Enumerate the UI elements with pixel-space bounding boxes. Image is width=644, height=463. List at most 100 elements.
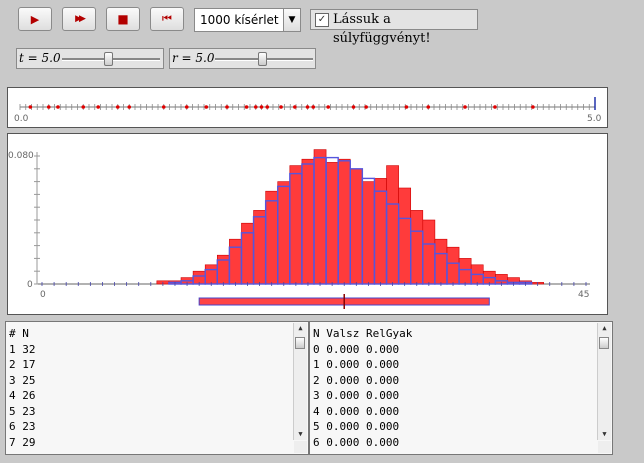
- stop-icon: ■: [117, 12, 129, 26]
- distribution-table-row: 1 0.000 0.000: [313, 358, 400, 371]
- timeline-event-point: [531, 105, 535, 109]
- scroll-thumb[interactable]: [295, 337, 305, 349]
- distribution-table-row: 5 0.000 0.000: [313, 420, 400, 433]
- t-slider-label: t = 5.0: [19, 51, 61, 65]
- histogram-bar: [458, 258, 472, 285]
- histogram-bar: [337, 158, 351, 285]
- trial-list-row: 4 26: [9, 389, 36, 402]
- timeline-event-point: [404, 105, 409, 109]
- chevron-down-icon[interactable]: ▼: [283, 9, 300, 31]
- histogram-bar: [446, 246, 460, 285]
- histogram-bar: [325, 162, 339, 285]
- timeline-event-point: [161, 105, 166, 109]
- distribution-table-row: 6 0.000 0.000: [313, 435, 400, 449]
- distribution-table-scrollbar[interactable]: ▲ ▼: [597, 323, 611, 440]
- timeline-event-point: [244, 105, 249, 109]
- trial-list-rows: # N 1 32 2 17 3 25 4 26 5 23 6 23 7 29: [9, 326, 36, 450]
- scroll-down-icon[interactable]: ▼: [598, 429, 611, 440]
- show-density-checkbox[interactable]: ✓ Lássuk a súlyfüggvényt!: [310, 9, 478, 46]
- histogram-panel: 0.080 0 0 45: [7, 133, 608, 315]
- y-tick-label: 0.080: [8, 151, 34, 161]
- histogram-bar: [386, 165, 399, 285]
- trial-list-scrollbar[interactable]: ▲ ▼: [293, 323, 307, 440]
- histogram-bar: [374, 178, 387, 285]
- resize-grip-icon[interactable]: [294, 441, 307, 453]
- histogram-bar: [362, 181, 375, 285]
- y-zero-label: 0: [27, 280, 33, 290]
- fast-forward-button[interactable]: ▶▶: [62, 7, 96, 31]
- histogram-bar: [434, 238, 448, 285]
- r-slider-label: r = 5.0: [172, 51, 215, 65]
- timeline-event-point: [293, 105, 297, 109]
- skip-back-icon: ⏮: [162, 12, 172, 25]
- histogram-bar: [229, 238, 242, 285]
- resize-grip-icon[interactable]: [598, 441, 611, 453]
- histogram-bar: [301, 158, 315, 285]
- fast-forward-icon: ▶▶: [75, 14, 86, 24]
- r-slider[interactable]: r = 5.0: [169, 48, 316, 69]
- timeline-event-point: [204, 105, 209, 109]
- play-icon: ▶: [30, 12, 40, 26]
- histogram-bar: [422, 219, 436, 285]
- distribution-table-row: 4 0.000 0.000: [313, 404, 400, 418]
- trial-list-row: 5 23: [9, 404, 36, 418]
- distribution-table-header: N Valsz RelGyak: [313, 327, 413, 340]
- t-slider-thumb[interactable]: [104, 52, 113, 66]
- timeline-event-point: [184, 105, 189, 109]
- reset-button[interactable]: ⏮: [150, 7, 184, 31]
- histogram-bar: [253, 210, 266, 285]
- histogram-bar: [313, 149, 327, 285]
- t-slider[interactable]: t = 5.0: [16, 48, 164, 69]
- timeline-event-point: [28, 105, 33, 109]
- timeline-event-point: [81, 105, 86, 109]
- timeline-event-point: [311, 105, 316, 109]
- trial-list-row: 2 17: [9, 358, 36, 371]
- timeline-event-point: [46, 105, 51, 109]
- scroll-down-icon[interactable]: ▼: [294, 429, 307, 440]
- timeline-event-point: [426, 105, 431, 109]
- distribution-table-rows: N Valsz RelGyak 0 0.000 0.000 1 0.000 0.00…: [313, 326, 412, 450]
- x-max-label: 45: [578, 290, 590, 300]
- trial-list-row: 1 32: [9, 342, 36, 356]
- trials-select-value: 1000 kísérlet: [200, 13, 279, 27]
- histogram-bar: [277, 181, 291, 285]
- trial-list-row: 6 23: [9, 420, 36, 433]
- x-min-label: 0: [40, 290, 46, 300]
- histogram-bar: [265, 190, 279, 285]
- play-button[interactable]: ▶: [18, 7, 52, 31]
- timeline-event-point: [463, 105, 467, 109]
- trial-list[interactable]: # N 1 32 2 17 3 25 4 26 5 23 6 23 7 29 ▲ ▼: [5, 321, 309, 455]
- timeline-max-label: 5.0: [587, 114, 602, 124]
- timeline-event-point: [253, 105, 258, 109]
- histogram-chart: [34, 149, 590, 309]
- scroll-thumb[interactable]: [599, 337, 609, 349]
- trials-select[interactable]: 1000 kísérlet ▼: [194, 8, 301, 32]
- histogram-bar: [289, 165, 303, 285]
- timeline-event-point: [305, 105, 310, 109]
- r-slider-thumb[interactable]: [258, 52, 267, 66]
- timeline-event-point: [364, 105, 368, 109]
- timeline-event-point: [56, 105, 60, 109]
- trial-list-row: 7 29: [9, 435, 36, 449]
- timeline-event-point: [265, 105, 270, 109]
- histogram-bar: [398, 187, 412, 285]
- timeline-event-point: [259, 105, 264, 109]
- scroll-up-icon[interactable]: ▲: [294, 323, 307, 334]
- histogram-bar: [349, 168, 363, 285]
- timeline-event-point: [351, 105, 356, 109]
- timeline-panel: 0.0 5.0: [7, 87, 608, 128]
- trial-list-header: # N: [9, 327, 29, 340]
- trial-list-row: 3 25: [9, 373, 36, 387]
- scroll-up-icon[interactable]: ▲: [598, 323, 611, 334]
- stop-button[interactable]: ■: [106, 7, 140, 31]
- timeline-event-point: [96, 105, 100, 109]
- distribution-table[interactable]: N Valsz RelGyak 0 0.000 0.000 1 0.000 0.00…: [309, 321, 613, 455]
- timeline-event-point: [127, 105, 132, 109]
- timeline-min-label: 0.0: [14, 114, 29, 124]
- distribution-table-row: 0 0.000 0.000: [313, 342, 400, 356]
- show-density-label: Lássuk a súlyfüggvényt!: [333, 12, 431, 46]
- histogram-bar: [204, 264, 218, 285]
- checkbox-check-icon[interactable]: ✓: [315, 13, 329, 27]
- timeline-event-point: [279, 105, 283, 109]
- histogram-bar: [410, 210, 424, 285]
